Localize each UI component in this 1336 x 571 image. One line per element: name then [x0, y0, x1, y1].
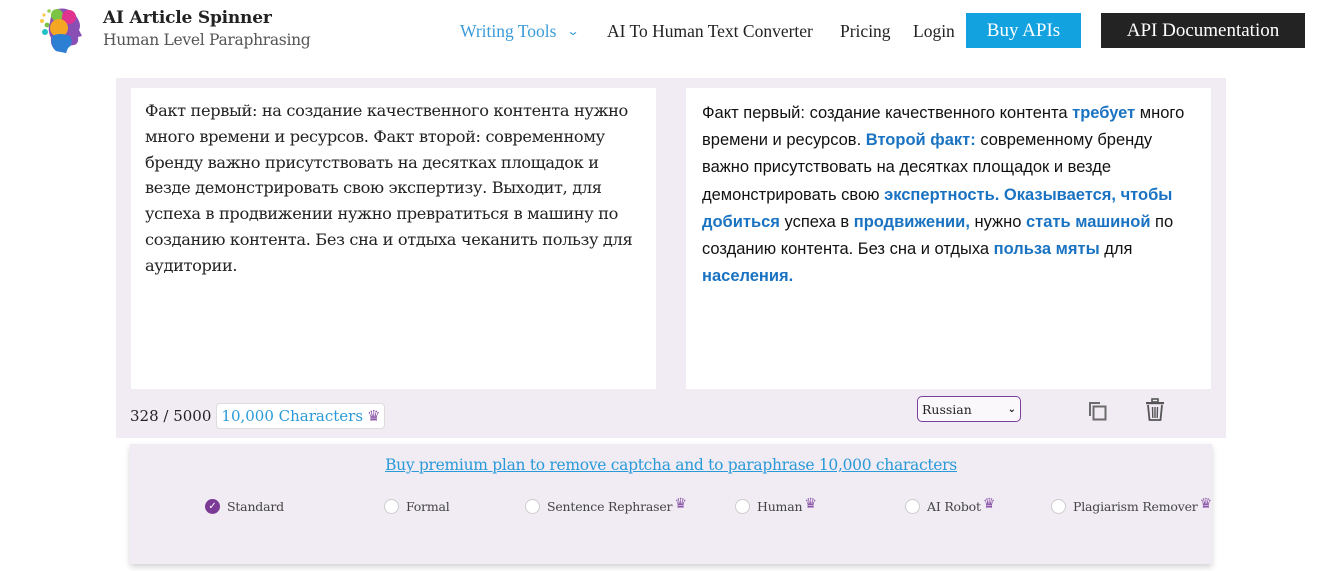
char-count: 328 / 5000: [130, 407, 212, 425]
character-counter: 328 / 5000 10,000 Characters ♛: [130, 401, 386, 431]
radio-icon[interactable]: [384, 499, 399, 514]
editor-panel: Факт первый: на создание качественного к…: [116, 78, 1226, 438]
crown-icon: ♛: [367, 407, 381, 425]
chevron-down-icon: ⌄: [1007, 403, 1016, 415]
changed-phrase[interactable]: продвижении,: [854, 213, 970, 231]
changed-phrase[interactable]: польза мяты: [994, 240, 1100, 258]
api-documentation-button[interactable]: API Documentation: [1101, 13, 1305, 48]
copy-icon[interactable]: [1086, 399, 1108, 421]
mode-option-sentence-rephraser[interactable]: Sentence Rephraser ♛: [525, 495, 687, 514]
crown-icon: ♛: [804, 495, 817, 512]
premium-plan-link[interactable]: Buy premium plan to remove captcha and t…: [130, 456, 1212, 474]
nav-pricing[interactable]: Pricing: [840, 13, 891, 49]
upgrade-characters-button[interactable]: 10,000 Characters ♛: [216, 403, 386, 429]
changed-phrase[interactable]: населения.: [702, 267, 793, 285]
changed-phrase[interactable]: стать машиной: [1026, 213, 1151, 231]
radio-icon[interactable]: [1051, 499, 1066, 514]
brand-title[interactable]: AI Article Spinner: [103, 8, 272, 28]
language-select[interactable]: Russian ⌄: [917, 396, 1021, 422]
mode-option-human[interactable]: Human ♛: [735, 495, 817, 514]
mode-label: Formal: [406, 499, 450, 514]
mode-label: Sentence Rephraser: [547, 499, 673, 514]
mode-option-standard[interactable]: ✓ Standard: [205, 499, 284, 514]
mode-label: Plagiarism Remover: [1073, 499, 1198, 514]
changed-phrase[interactable]: Второй факт:: [866, 131, 976, 149]
changed-phrase[interactable]: требует: [1072, 104, 1135, 122]
nav-writing-tools-label: Writing Tools: [460, 20, 557, 41]
mode-label: Standard: [227, 499, 284, 514]
upgrade-characters-label: 10,000 Characters: [221, 407, 364, 425]
language-selected: Russian: [922, 401, 972, 417]
trash-icon[interactable]: [1145, 398, 1165, 422]
output-text-segment: Факт первый: создание качественного конт…: [702, 104, 1073, 122]
mode-label: AI Robot: [927, 499, 981, 514]
mode-options-panel: Buy premium plan to remove captcha and t…: [130, 444, 1212, 564]
output-text-area[interactable]: Факт первый: создание качественного конт…: [686, 88, 1211, 389]
nav-ai-to-human[interactable]: AI To Human Text Converter: [607, 13, 813, 49]
nav-writing-tools[interactable]: Writing Tools ⌄: [460, 13, 581, 49]
output-text-segment: нужно: [969, 212, 1026, 231]
brand-subtitle: Human Level Paraphrasing: [103, 31, 311, 49]
input-text-area[interactable]: Факт первый: на создание качественного к…: [131, 88, 656, 389]
radio-icon[interactable]: [525, 499, 540, 514]
mode-option-formal[interactable]: Formal: [384, 499, 450, 514]
radio-icon[interactable]: [905, 499, 920, 514]
chevron-down-icon: ⌄: [566, 23, 581, 38]
site-header: AI Article Spinner Human Level Paraphras…: [0, 0, 1336, 62]
output-text-segment: успеха в: [779, 212, 854, 231]
output-text-segment: для: [1099, 240, 1133, 259]
nav-login[interactable]: Login: [913, 13, 955, 49]
crown-icon: ♛: [1199, 495, 1213, 512]
logo-icon[interactable]: [38, 6, 84, 56]
mode-option-plagiarism-remover[interactable]: Plagiarism Remover ♛: [1051, 495, 1213, 514]
mode-option-ai-robot[interactable]: AI Robot ♛: [905, 495, 996, 514]
radio-icon[interactable]: [735, 499, 750, 514]
crown-icon: ♛: [982, 495, 996, 512]
buy-apis-button[interactable]: Buy APIs: [966, 13, 1081, 48]
crown-icon: ♛: [674, 495, 687, 512]
radio-checked-icon[interactable]: ✓: [205, 499, 220, 514]
mode-label: Human: [757, 499, 803, 514]
